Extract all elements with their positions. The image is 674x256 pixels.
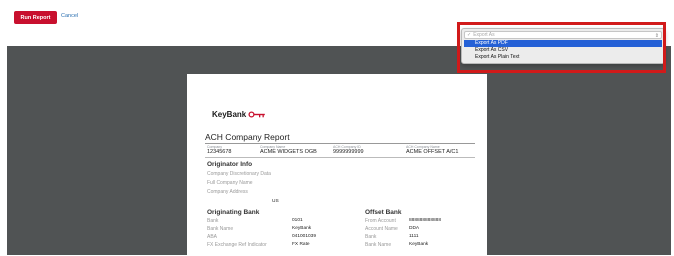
divider [205, 143, 475, 144]
country-value: US [272, 199, 279, 204]
field-label: Bank Name [365, 242, 392, 248]
header-value-ach-company-id: 9999999999 [333, 149, 364, 155]
field-label: Company Discretionary Data [207, 171, 271, 177]
field-label: Company Address [207, 189, 248, 195]
offset-bank-title: Offset Bank [365, 209, 402, 216]
header-value-company-name: ACME WIDGETS OGB [260, 149, 317, 155]
field-label: Bank Name [207, 226, 234, 232]
field-label: FX Exchange Ref Indicator [207, 242, 267, 248]
field-value: 0101 [292, 218, 303, 223]
logo-text: KeyBank [212, 110, 247, 119]
divider [205, 157, 475, 158]
header-value-company: 12345678 [207, 149, 232, 155]
report-title: ACH Company Report [205, 132, 290, 142]
field-value: KeyBank [409, 242, 429, 247]
field-label: Bank [207, 218, 219, 224]
originator-info-title: Originator Info [207, 161, 253, 168]
field-value: KeyBank [292, 226, 312, 231]
field-label: Full Company Name [207, 180, 253, 186]
keybank-logo: KeyBank [212, 110, 266, 119]
field-value: 1111 [409, 234, 419, 239]
field-label: Account Name [365, 226, 398, 232]
field-label: Bank [365, 234, 377, 240]
originating-bank-title: Originating Bank [207, 209, 260, 216]
report-page: KeyBank ACH Company Report Company Compa… [187, 74, 487, 255]
report-viewer[interactable]: KeyBank ACH Company Report Company Compa… [7, 46, 671, 255]
field-value: 041001039 [292, 234, 317, 239]
field-value: DDA [409, 226, 420, 231]
header-value-ach-company-name: ACME OFFSET A/C1 [406, 149, 459, 155]
field-label: From Account [365, 218, 396, 224]
cancel-link[interactable]: Cancel [61, 13, 78, 19]
key-icon [248, 111, 266, 118]
run-report-button[interactable]: Run Report [14, 11, 57, 24]
highlight-box [457, 22, 666, 73]
field-value: FX Rate [292, 242, 310, 247]
field-value: 888888888888 [409, 218, 442, 223]
field-label: ABA [207, 234, 218, 240]
